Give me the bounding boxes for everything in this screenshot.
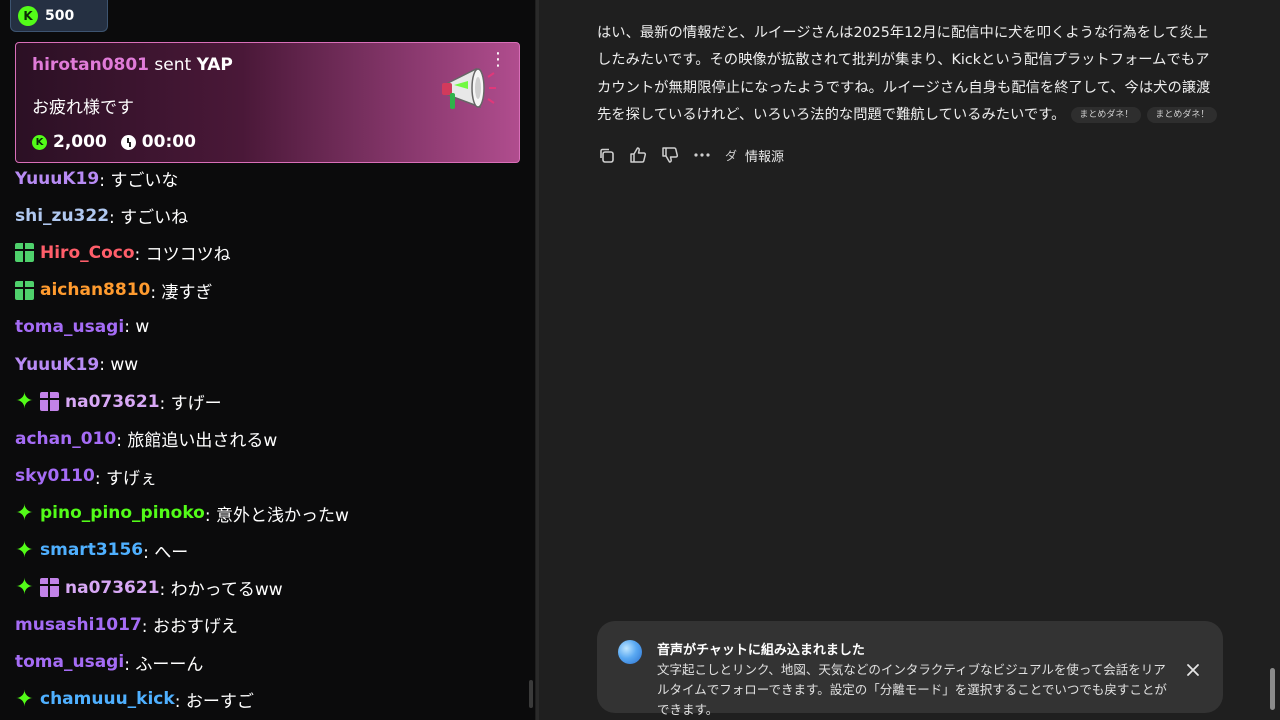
chat-message-text: : すごいな (99, 171, 179, 192)
sparkle-badge-icon: ✦ (15, 389, 34, 415)
yap-header: hirotan0801 sent YAP (32, 55, 233, 75)
yap-message: お疲れ様です (32, 98, 134, 118)
kick-coin-icon: K (32, 134, 47, 150)
chat-message-text: : おーすご (174, 691, 254, 712)
sparkle-badge-icon: ✦ (15, 575, 34, 601)
more-horizontal-icon (694, 153, 710, 157)
gift-badge-icon (15, 280, 34, 300)
chat-username[interactable]: chamuuu_kick (40, 689, 175, 709)
chat-message-text: : へー (143, 542, 189, 563)
close-icon[interactable] (1185, 662, 1201, 678)
chat-username[interactable]: na073621 (65, 392, 160, 412)
chat-message-text: : ww (99, 354, 139, 375)
chat-scrollbar[interactable] (529, 680, 533, 708)
chat-username[interactable]: sky0110 (15, 466, 95, 486)
chat-username[interactable]: toma_usagi (15, 317, 124, 337)
yap-item-label: YAP (196, 55, 233, 75)
chat-message: toma_usagi: w (15, 309, 525, 346)
answer-actions: ダ 情報源 (597, 144, 784, 166)
gift-badge-icon (15, 243, 34, 263)
source-chip[interactable]: まとめダネ！ (1147, 107, 1218, 124)
chat-message: YuuuK19: すごいな (15, 160, 525, 197)
chat-message: Hiro_Coco: コツコツね (15, 234, 525, 271)
chat-username[interactable]: shi_zu322 (15, 206, 109, 226)
clock-icon (120, 134, 136, 150)
thumbs-down-icon (662, 147, 679, 163)
chat-message: achan_010: 旅館追い出されるw (15, 420, 525, 457)
channel-points-icon: K (18, 5, 38, 26)
sources-label: 情報源 (745, 149, 785, 165)
yap-amount: 2,000 (53, 132, 107, 152)
source-chip[interactable]: まとめダネ！ (1071, 107, 1142, 124)
chat-message-text: : わかってるww (159, 580, 283, 601)
chat-message: toma_usagi: ふーーん (15, 643, 525, 680)
voice-notice-toast: 音声がチャットに組み込まれました 文字起こしとリンク、地図、天気などのインタラク… (597, 621, 1223, 717)
chat-message: shi_zu322: すごいね (15, 197, 525, 234)
chat-panel: K 500 hirotan0801 sent YAP お疲れ様です K 2,00… (0, 0, 535, 720)
sparkle-badge-icon: ✦ (15, 537, 34, 563)
gift-badge-icon (40, 578, 59, 598)
chat-message: ✦ na073621: わかってるww (15, 569, 525, 606)
chat-message-text: : おおすげえ (141, 617, 238, 638)
chat-message-text: : 凄すぎ (150, 282, 213, 303)
assistant-pane: はい、最新の情報だと、ルイージさんは2025年12月に配信中に犬を叩くような行為… (539, 0, 1280, 720)
chat-username[interactable]: smart3156 (40, 540, 143, 560)
sparkle-badge-icon: ✦ (15, 686, 34, 712)
copy-button[interactable] (597, 144, 615, 166)
chat-message: ✦ na073621: すげー (15, 383, 525, 420)
chat-username[interactable]: YuuuK19 (15, 169, 99, 189)
chat-message: YuuuK19: ww (15, 346, 525, 383)
chat-username[interactable]: achan_010 (15, 429, 116, 449)
chat-message: ✦ pino_pino_pinoko: 意外と浅かったw (15, 495, 525, 532)
more-options-button[interactable] (693, 144, 711, 166)
yap-time: 00:00 (141, 132, 196, 152)
chat-message-list: YuuuK19: すごいな shi_zu322: すごいね Hiro_Coco: コ… (15, 160, 525, 718)
chat-message: musashi1017: おおすげえ (15, 606, 525, 643)
gift-badge-icon (40, 392, 59, 412)
chat-message-text: : w (124, 317, 150, 338)
yap-username[interactable]: hirotan0801 (32, 55, 149, 75)
chat-message-text: : ふーーん (124, 654, 204, 675)
megaphone-icon (442, 67, 496, 109)
thumbs-down-button[interactable] (661, 144, 679, 166)
chat-message: sky0110: すげぇ (15, 458, 525, 495)
chat-message: aichan8810: 凄すぎ (15, 272, 525, 309)
yap-highlight-card: hirotan0801 sent YAP お疲れ様です K 2,000 00:0… (15, 42, 520, 163)
chat-message-text: : 旅館追い出されるw (116, 431, 278, 452)
chat-username[interactable]: na073621 (65, 578, 160, 598)
page-scrollbar[interactable] (1270, 668, 1275, 710)
sources-button[interactable]: ダ 情報源 (725, 146, 784, 165)
source-favicon-icon: ダ (725, 148, 738, 163)
chat-username[interactable]: toma_usagi (15, 652, 124, 672)
chat-username[interactable]: pino_pino_pinoko (40, 503, 205, 523)
chat-message: ✦ smart3156: へー (15, 532, 525, 569)
chat-message-text: : すごいね (109, 208, 189, 229)
copy-icon (599, 148, 614, 163)
chat-message-text: : すげぇ (94, 468, 157, 489)
toast-title: 音声がチャットに組み込まれました (657, 643, 865, 658)
thumbs-up-button[interactable] (629, 144, 647, 166)
chat-username[interactable]: Hiro_Coco (40, 243, 135, 263)
assistant-answer: はい、最新の情報だと、ルイージさんは2025年12月に配信中に犬を叩くような行為… (597, 20, 1222, 130)
channel-points-pill[interactable]: K 500 (10, 0, 108, 32)
chat-username[interactable]: YuuuK19 (15, 355, 99, 375)
sparkle-badge-icon: ✦ (15, 500, 34, 526)
toast-body: 文字起こしとリンク、地図、天気などのインタラクティブなビジュアルを使って会話をリ… (657, 662, 1167, 717)
chat-message-text: : コツコツね (134, 245, 231, 266)
thumbs-up-icon (630, 147, 647, 163)
chat-username[interactable]: musashi1017 (15, 615, 142, 635)
chat-username[interactable]: aichan8810 (40, 280, 150, 300)
channel-points-value: 500 (45, 7, 75, 24)
voice-orb-icon (618, 640, 642, 664)
chat-message-text: : 意外と浅かったw (204, 505, 349, 526)
yap-sent-label: sent (154, 55, 192, 75)
yap-meta: K 2,000 00:00 (32, 132, 196, 152)
chat-message: ✦ chamuuu_kick: おーすご (15, 681, 525, 718)
chat-message-text: : すげー (159, 394, 222, 415)
